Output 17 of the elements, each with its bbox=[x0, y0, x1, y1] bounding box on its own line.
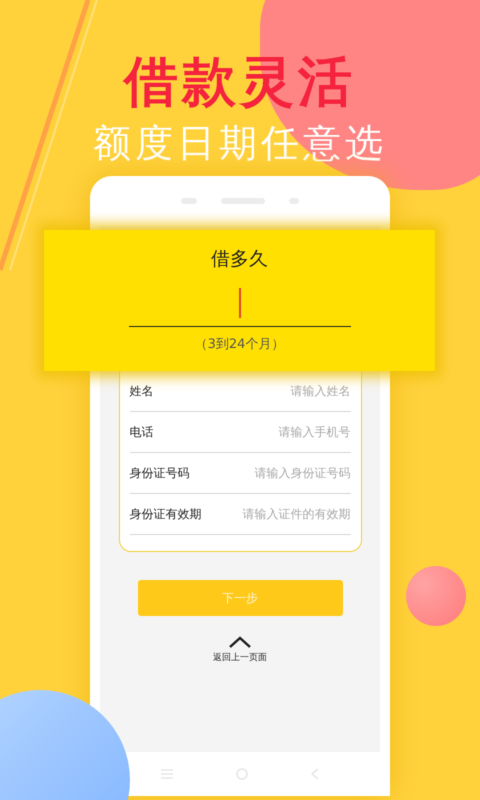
subtitle: 额度日期任意选 bbox=[93, 120, 387, 166]
field-label: 身份证有效期 bbox=[130, 506, 202, 522]
input-field[interactable]: 请输入证件的有效期 bbox=[220, 507, 350, 521]
input-field[interactable] bbox=[128, 288, 350, 327]
back-icon[interactable] bbox=[310, 768, 319, 780]
home-icon[interactable] bbox=[236, 768, 248, 780]
range-hint: （3到24个月） bbox=[194, 336, 284, 353]
field-label: 身份证号码 bbox=[130, 464, 190, 482]
menu-icon[interactable] bbox=[161, 769, 174, 779]
input-field[interactable]: 请输入手机号 bbox=[220, 425, 350, 439]
chevron-up-icon[interactable] bbox=[228, 636, 252, 648]
field-label: 电话 bbox=[130, 424, 154, 440]
input-field[interactable]: 请输入身份证号码 bbox=[220, 466, 350, 480]
popup-title: 借多久 bbox=[211, 247, 268, 272]
back-link[interactable]: 返回上一页面 bbox=[213, 651, 267, 664]
field-label: 姓名 bbox=[130, 382, 154, 400]
input-field[interactable]: 请输入姓名 bbox=[220, 384, 350, 398]
